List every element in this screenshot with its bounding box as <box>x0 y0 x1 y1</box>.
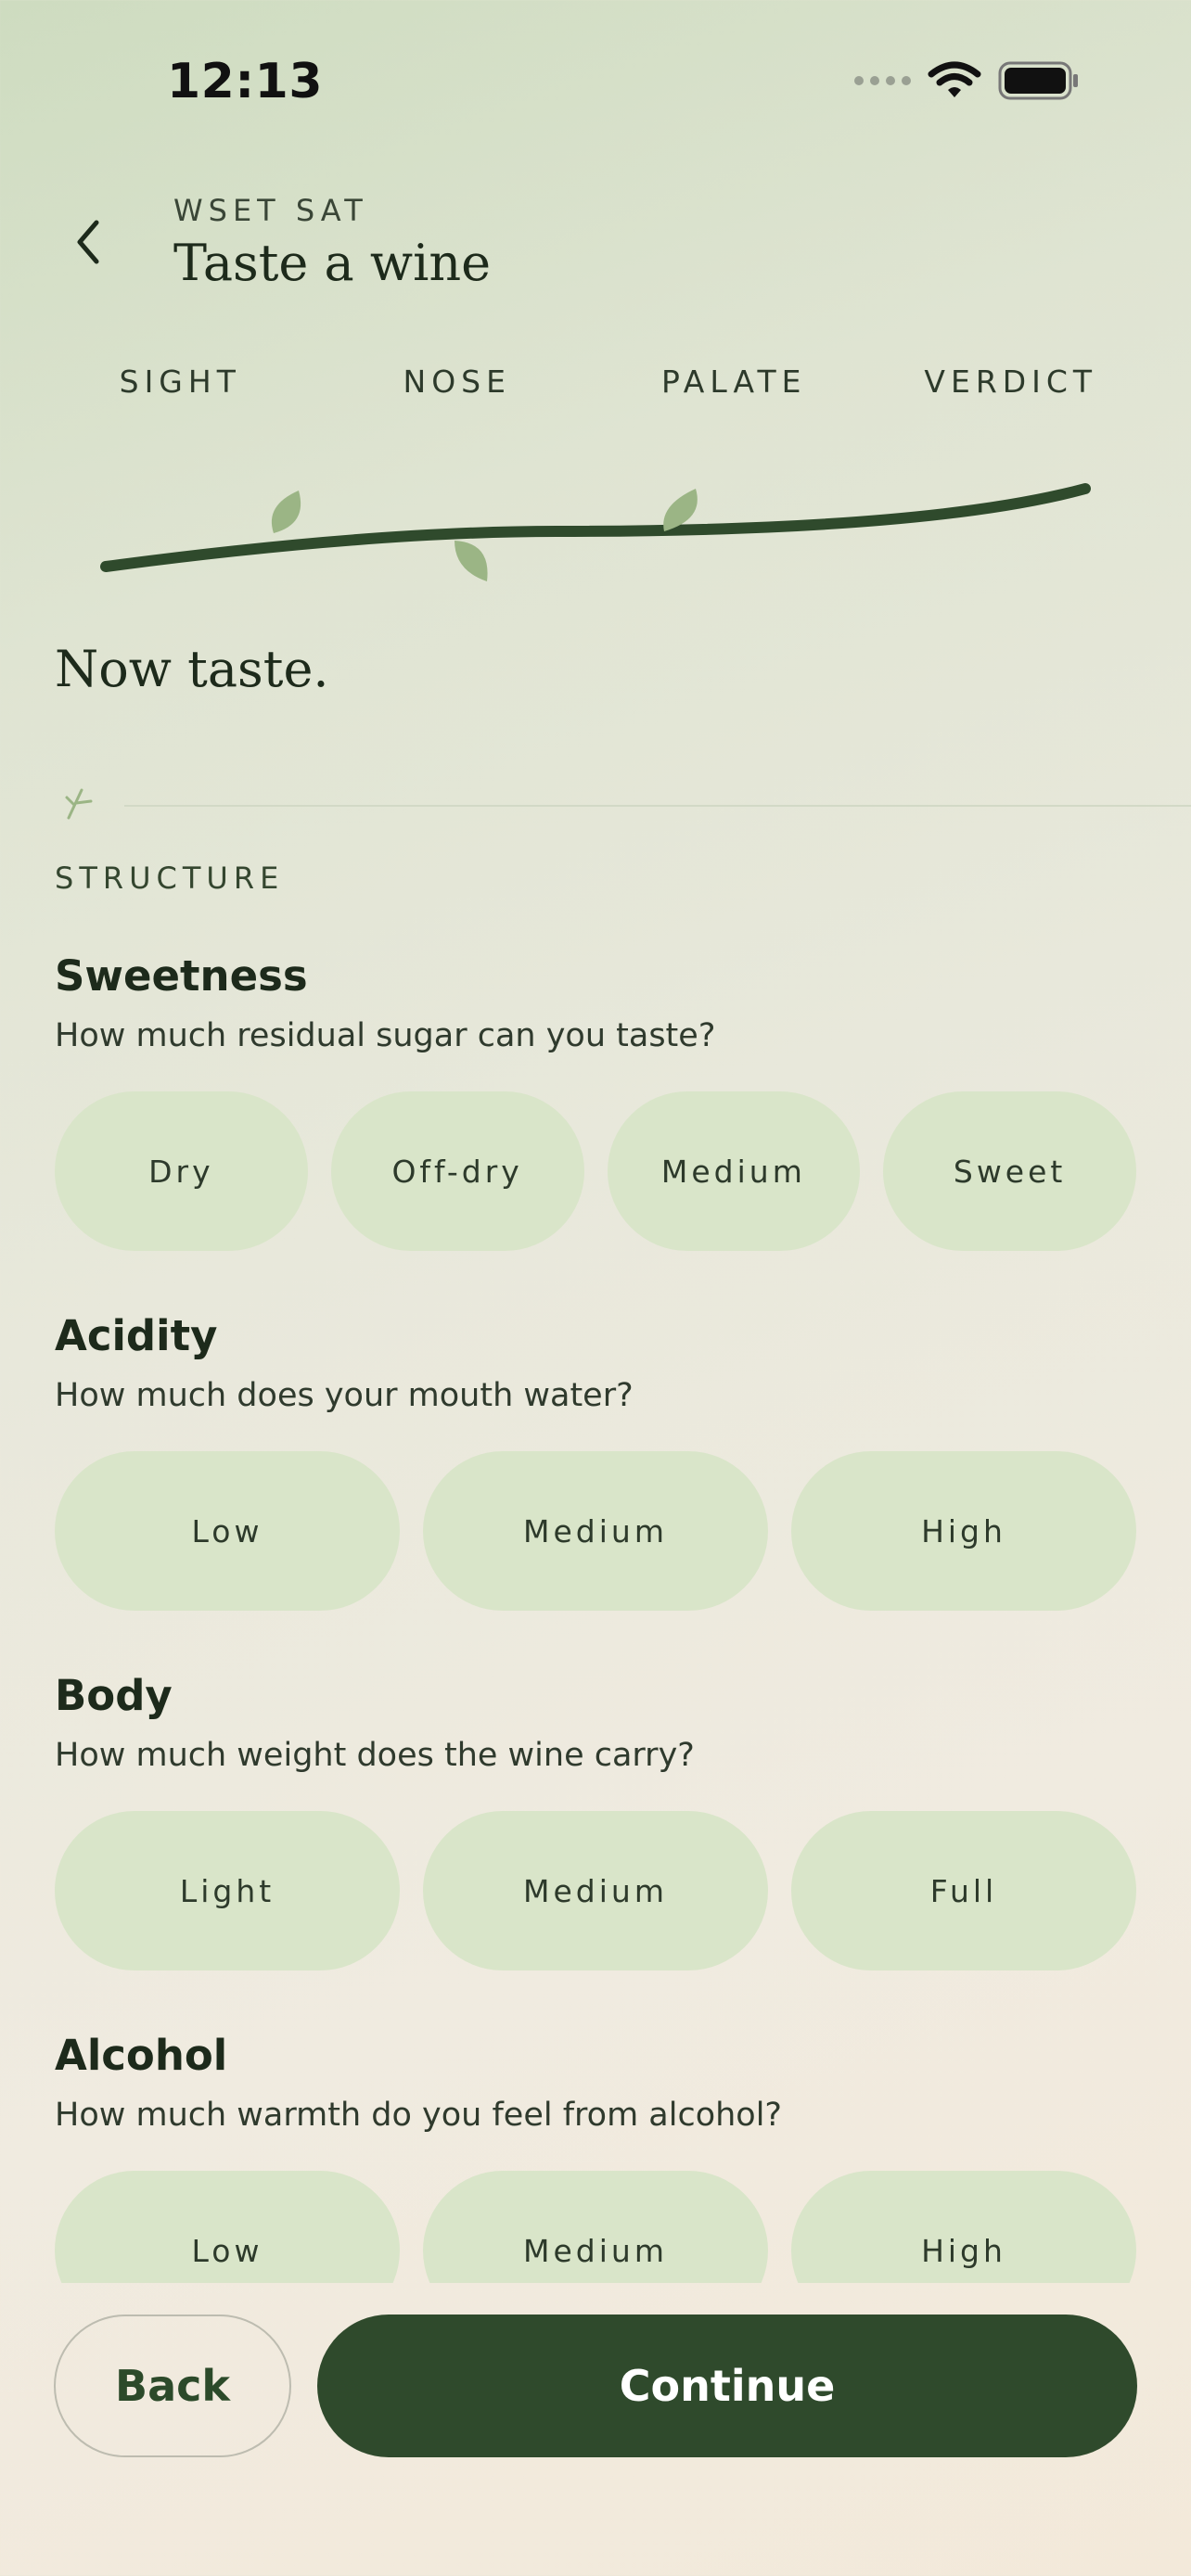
question-title: Sweetness <box>55 951 308 1001</box>
option-button[interactable]: Medium <box>423 1811 768 1970</box>
leaf-icon <box>271 491 301 533</box>
option-group: Low Medium High <box>55 2171 1136 2283</box>
tab-palate[interactable]: PALATE <box>596 363 873 400</box>
question-subtitle: How much does your mouth water? <box>55 1377 634 1414</box>
question-subtitle: How much residual sugar can you taste? <box>55 1017 716 1054</box>
tab-nose[interactable]: NOSE <box>319 363 596 400</box>
step-tabs: SIGHT NOSE PALATE VERDICT <box>42 363 1149 400</box>
section-divider <box>63 784 1191 820</box>
sprig-icon <box>65 788 93 820</box>
option-button[interactable]: High <box>791 1451 1136 1611</box>
question-sweetness: Sweetness How much residual sugar can yo… <box>55 951 1136 1251</box>
question-subtitle: How much warmth do you feel from alcohol… <box>55 2097 783 2134</box>
headline: Now taste. <box>55 640 329 698</box>
option-button[interactable]: Low <box>55 2171 400 2283</box>
battery-icon <box>998 61 1078 100</box>
option-button[interactable]: Low <box>55 1451 400 1611</box>
option-button[interactable]: Medium <box>607 1091 861 1251</box>
question-alcohol: Alcohol How much warmth do you feel from… <box>55 2031 1136 2283</box>
question-title: Alcohol <box>55 2031 228 2080</box>
leaf-icon <box>455 541 488 581</box>
option-button[interactable]: Light <box>55 1811 400 1970</box>
signal-icon <box>854 76 911 85</box>
tab-verdict[interactable]: VERDICT <box>873 363 1150 400</box>
option-button[interactable]: Off-dry <box>330 1091 584 1251</box>
chevron-left-icon[interactable] <box>70 219 108 265</box>
option-button[interactable]: Medium <box>423 1451 768 1611</box>
back-button[interactable]: Back <box>54 2315 291 2457</box>
option-button[interactable]: Full <box>791 1811 1136 1970</box>
continue-button[interactable]: Continue <box>317 2315 1137 2457</box>
option-button[interactable]: Sweet <box>883 1091 1136 1251</box>
wifi-icon <box>928 61 981 97</box>
question-body: Body How much weight does the wine carry… <box>55 1671 1136 1970</box>
question-title: Acidity <box>55 1311 218 1360</box>
option-button[interactable]: Medium <box>423 2171 768 2283</box>
status-time: 12:13 <box>167 54 324 109</box>
option-button[interactable]: Dry <box>55 1091 308 1251</box>
tab-sight[interactable]: SIGHT <box>42 363 319 400</box>
questions-scroll-area[interactable]: Sweetness How much residual sugar can yo… <box>0 927 1191 2283</box>
section-label: STRUCTURE <box>55 861 285 896</box>
question-title: Body <box>55 1671 173 1720</box>
status-bar: 12:13 <box>0 0 1191 158</box>
question-subtitle: How much weight does the wine carry? <box>55 1737 695 1774</box>
option-group: Dry Off-dry Medium Sweet <box>55 1091 1136 1251</box>
option-button[interactable]: High <box>791 2171 1136 2283</box>
header-eyebrow: WSET SAT <box>173 193 368 228</box>
option-group: Light Medium Full <box>55 1811 1136 1970</box>
status-icons <box>854 61 1080 100</box>
option-group: Low Medium High <box>55 1451 1136 1611</box>
progress-branch <box>100 483 1091 581</box>
question-acidity: Acidity How much does your mouth water? … <box>55 1311 1136 1611</box>
page-title: Taste a wine <box>173 234 492 292</box>
